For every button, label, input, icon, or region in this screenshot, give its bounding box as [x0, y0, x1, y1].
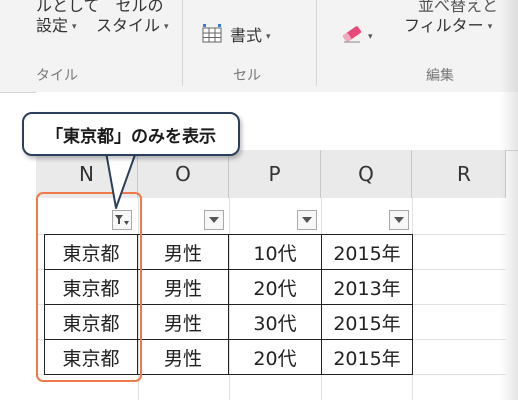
cell-year[interactable]: 2015年 [321, 234, 413, 270]
dropdown-caret-icon: ▾ [487, 21, 493, 32]
format-button[interactable]: 書式 ▾ [202, 24, 271, 49]
data-table: 東京都 男性 10代 2015年 東京都 男性 20代 2013年 東京都 男性… [44, 234, 413, 375]
filter-applied-icon [114, 213, 130, 227]
cell-styles-label: スタイル [96, 16, 161, 35]
excel-window: ルとして セルの 設定 ▾ スタイル ▾ タイル 書式 ▾ セル ▾ 並べ替えと… [0, 0, 518, 400]
dropdown-caret-icon: ▾ [164, 21, 169, 32]
cells-group-caption: セル [233, 68, 261, 84]
table-row: 東京都 男性 10代 2015年 [44, 234, 413, 270]
table-row: 東京都 男性 30代 2015年 [44, 304, 413, 340]
column-header-r[interactable]: R [412, 150, 506, 198]
filter-button-p[interactable] [297, 210, 317, 230]
window-edge-shadow [500, 0, 518, 400]
group-separator [182, 0, 183, 86]
dropdown-arrow-icon [209, 217, 219, 223]
cell-gender[interactable]: 男性 [137, 339, 229, 375]
eraser-icon [340, 24, 364, 49]
cell-prefecture[interactable]: 東京都 [44, 234, 138, 270]
dropdown-caret-icon: ▾ [72, 21, 77, 32]
format-label: 書式 [230, 26, 263, 45]
callout-bubble: 「東京都」のみを表示 [22, 112, 240, 156]
cell-age-group[interactable]: 30代 [228, 304, 322, 340]
styles-group-caption: タイル [36, 68, 78, 84]
column-header-q[interactable]: Q [321, 150, 412, 198]
format-icon [202, 24, 222, 49]
dropdown-caret-icon: ▾ [368, 31, 373, 42]
ribbon: ルとして セルの 設定 ▾ スタイル ▾ タイル 書式 ▾ セル ▾ 並べ替えと… [0, 0, 518, 93]
cell-age-group[interactable]: 20代 [228, 339, 322, 375]
filter-button-n[interactable] [112, 210, 132, 230]
styles-top-text: ルとして セルの [36, 0, 164, 15]
cell-styles-button[interactable]: スタイル ▾ [96, 16, 169, 37]
cell-age-group[interactable]: 20代 [228, 269, 322, 305]
filter-button-o[interactable] [204, 210, 224, 230]
dropdown-arrow-icon [302, 217, 312, 223]
cell-prefecture[interactable]: 東京都 [44, 304, 138, 340]
table-row: 東京都 男性 20代 2015年 [44, 339, 413, 375]
cell-year[interactable]: 2013年 [321, 269, 413, 305]
callout-text: 「東京都」のみを表示 [46, 126, 216, 147]
sort-filter-button[interactable]: フィルター ▾ [404, 16, 492, 37]
table-row: 東京都 男性 20代 2013年 [44, 269, 413, 305]
sort-filter-label: フィルター [404, 16, 484, 35]
callout-pointer [105, 151, 137, 209]
cell-gender[interactable]: 男性 [137, 304, 229, 340]
cell-gender[interactable]: 男性 [137, 234, 229, 270]
cell-year[interactable]: 2015年 [321, 339, 413, 375]
sort-filter-line1: 並べ替えと [418, 0, 499, 15]
conditional-format-label: 設定 [36, 16, 69, 35]
cell-prefecture[interactable]: 東京都 [44, 339, 138, 375]
editing-group-caption: 編集 [426, 68, 454, 84]
conditional-format-button[interactable]: 設定 ▾ [36, 16, 77, 37]
filter-button-q[interactable] [389, 210, 409, 230]
dropdown-caret-icon: ▾ [266, 31, 271, 42]
cell-prefecture[interactable]: 東京都 [44, 269, 138, 305]
group-separator [316, 0, 317, 86]
cell-age-group[interactable]: 10代 [228, 234, 322, 270]
cell-year[interactable]: 2015年 [321, 304, 413, 340]
column-header-o[interactable]: O [138, 150, 229, 198]
dropdown-arrow-icon [394, 217, 404, 223]
cell-gender[interactable]: 男性 [137, 269, 229, 305]
clear-button[interactable]: ▾ [340, 24, 373, 49]
column-header-p[interactable]: P [229, 150, 321, 198]
